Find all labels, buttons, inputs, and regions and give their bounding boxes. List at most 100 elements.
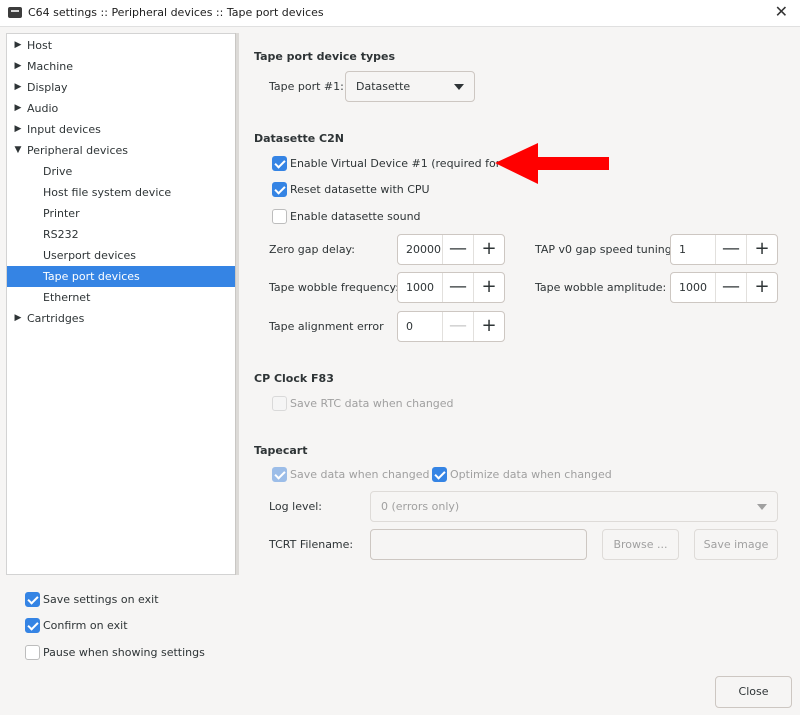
pause-when-showing-checkbox[interactable] — [25, 645, 40, 660]
optimize-data-checkbox[interactable] — [432, 467, 447, 482]
save-settings-on-exit-checkbox[interactable] — [25, 592, 40, 607]
browse-button: Browse ... — [602, 529, 679, 560]
tree-item-rs232[interactable]: RS232 — [7, 224, 235, 245]
increment-icon[interactable]: + — [473, 273, 504, 302]
confirm-on-exit-checkbox[interactable] — [25, 618, 40, 633]
close-button[interactable]: Close — [715, 676, 792, 708]
tape-port-heading: Tape port device types — [254, 50, 396, 63]
wobble-amplitude-value[interactable]: 1000 — [679, 273, 707, 302]
enable-virtual-device-checkbox[interactable] — [272, 156, 287, 171]
increment-icon[interactable]: + — [473, 235, 504, 264]
tree-item-label: Ethernet — [43, 291, 91, 304]
save-rtc-checkbox — [272, 396, 287, 411]
tapecart-heading: Tapecart — [254, 444, 308, 457]
tree-item-label: Audio — [27, 102, 59, 115]
tree-item-label: Display — [27, 81, 68, 94]
increment-icon[interactable]: + — [746, 235, 777, 264]
cp-clock-heading: CP Clock F83 — [254, 372, 334, 385]
save-image-button: Save image — [694, 529, 778, 560]
title-bar: C64 settings :: Peripheral devices :: Ta… — [0, 0, 800, 27]
tree-item-ethernet[interactable]: Ethernet — [7, 287, 235, 308]
expander-right-icon[interactable]: ▶ — [13, 98, 23, 119]
increment-icon[interactable]: + — [473, 312, 504, 341]
tree-item-machine[interactable]: ▶ Machine — [7, 56, 235, 77]
tape-port-select-value: Datasette — [356, 80, 411, 93]
tree-item-peripheral-devices[interactable]: ▼ Peripheral devices — [7, 140, 235, 161]
expander-right-icon[interactable]: ▶ — [13, 35, 23, 56]
decrement-icon[interactable]: — — [442, 273, 473, 302]
expander-right-icon[interactable]: ▶ — [13, 119, 23, 140]
expander-down-icon[interactable]: ▼ — [13, 140, 23, 161]
expander-right-icon[interactable]: ▶ — [13, 308, 23, 329]
pane-separator[interactable] — [235, 33, 239, 575]
tcrt-filename-label: TCRT Filename: — [269, 538, 354, 551]
save-data-label: Save data when changed — [290, 468, 430, 481]
increment-icon[interactable]: + — [746, 273, 777, 302]
tree-item-audio[interactable]: ▶ Audio — [7, 98, 235, 119]
tree-item-label: Drive — [43, 165, 73, 178]
tree-item-label: Printer — [43, 207, 80, 220]
expander-right-icon[interactable]: ▶ — [13, 56, 23, 77]
pause-when-showing-label[interactable]: Pause when showing settings — [43, 646, 205, 659]
tree-item-label: Host file system device — [43, 186, 172, 199]
enable-datasette-sound-checkbox[interactable] — [272, 209, 287, 224]
decrement-icon: — — [442, 312, 473, 341]
tree-item-input-devices[interactable]: ▶ Input devices — [7, 119, 235, 140]
app-icon — [8, 7, 22, 18]
window-title: C64 settings :: Peripheral devices :: Ta… — [28, 6, 324, 19]
tap-v0-tuning-label: TAP v0 gap speed tuning: — [535, 243, 676, 256]
log-level-select: 0 (errors only) — [370, 491, 778, 522]
wobble-frequency-label: Tape wobble frequency: — [269, 281, 399, 294]
tape-port-label: Tape port #1: — [269, 80, 344, 93]
enable-virtual-device-label[interactable]: Enable Virtual Device #1 (required for t… — [290, 157, 526, 170]
save-settings-on-exit-label[interactable]: Save settings on exit — [43, 593, 159, 606]
tree-item-label: RS232 — [43, 228, 79, 241]
tap-v0-tuning-spinner[interactable]: 1 — + — [670, 234, 778, 265]
tcrt-filename-input — [370, 529, 587, 560]
wobble-amplitude-spinner[interactable]: 1000 — + — [670, 272, 778, 303]
expander-right-icon[interactable]: ▶ — [13, 77, 23, 98]
settings-tree: ▶ Host ▶ Machine ▶ Display ▶ Audio ▶ Inp… — [6, 33, 235, 575]
decrement-icon[interactable]: — — [715, 235, 746, 264]
decrement-icon[interactable]: — — [715, 273, 746, 302]
tree-item-host-file-system-device[interactable]: Host file system device — [7, 182, 235, 203]
wobble-frequency-spinner[interactable]: 1000 — + — [397, 272, 505, 303]
alignment-error-spinner[interactable]: 0 — + — [397, 311, 505, 342]
tree-item-cartridges[interactable]: ▶ Cartridges — [7, 308, 235, 329]
enable-datasette-sound-label[interactable]: Enable datasette sound — [290, 210, 421, 223]
log-level-select-value: 0 (errors only) — [381, 500, 460, 513]
alignment-error-value[interactable]: 0 — [406, 312, 413, 341]
zero-gap-delay-spinner[interactable]: 20000 — + — [397, 234, 505, 265]
zero-gap-delay-label: Zero gap delay: — [269, 243, 355, 256]
tree-item-host[interactable]: ▶ Host — [7, 35, 235, 56]
tree-item-label: Host — [27, 39, 53, 52]
chevron-down-icon — [757, 504, 767, 510]
chevron-down-icon — [454, 84, 464, 90]
tree-item-userport-devices[interactable]: Userport devices — [7, 245, 235, 266]
log-level-label: Log level: — [269, 500, 323, 513]
save-data-checkbox — [272, 467, 287, 482]
window-close-icon[interactable]: ✕ — [775, 3, 788, 21]
confirm-on-exit-label[interactable]: Confirm on exit — [43, 619, 128, 632]
save-rtc-label: Save RTC data when changed — [290, 397, 454, 410]
decrement-icon[interactable]: — — [442, 235, 473, 264]
tree-item-label: Peripheral devices — [27, 144, 128, 157]
tree-item-tape-port-devices[interactable]: Tape port devices — [7, 266, 235, 287]
red-arrow-annotation — [495, 143, 609, 184]
wobble-amplitude-label: Tape wobble amplitude: — [535, 281, 667, 294]
tree-item-display[interactable]: ▶ Display — [7, 77, 235, 98]
reset-datasette-label[interactable]: Reset datasette with CPU — [290, 183, 430, 196]
alignment-error-label: Tape alignment error — [269, 320, 384, 333]
datasette-heading: Datasette C2N — [254, 132, 344, 145]
tree-item-drive[interactable]: Drive — [7, 161, 235, 182]
tree-item-label: Userport devices — [43, 249, 136, 262]
tree-item-printer[interactable]: Printer — [7, 203, 235, 224]
tap-v0-tuning-value[interactable]: 1 — [679, 235, 686, 264]
reset-datasette-checkbox[interactable] — [272, 182, 287, 197]
wobble-frequency-value[interactable]: 1000 — [406, 273, 434, 302]
zero-gap-delay-value[interactable]: 20000 — [406, 235, 441, 264]
tape-port-select[interactable]: Datasette — [345, 71, 475, 102]
optimize-data-label[interactable]: Optimize data when changed — [450, 468, 612, 481]
tree-item-label: Machine — [27, 60, 74, 73]
tree-item-label: Input devices — [27, 123, 101, 136]
